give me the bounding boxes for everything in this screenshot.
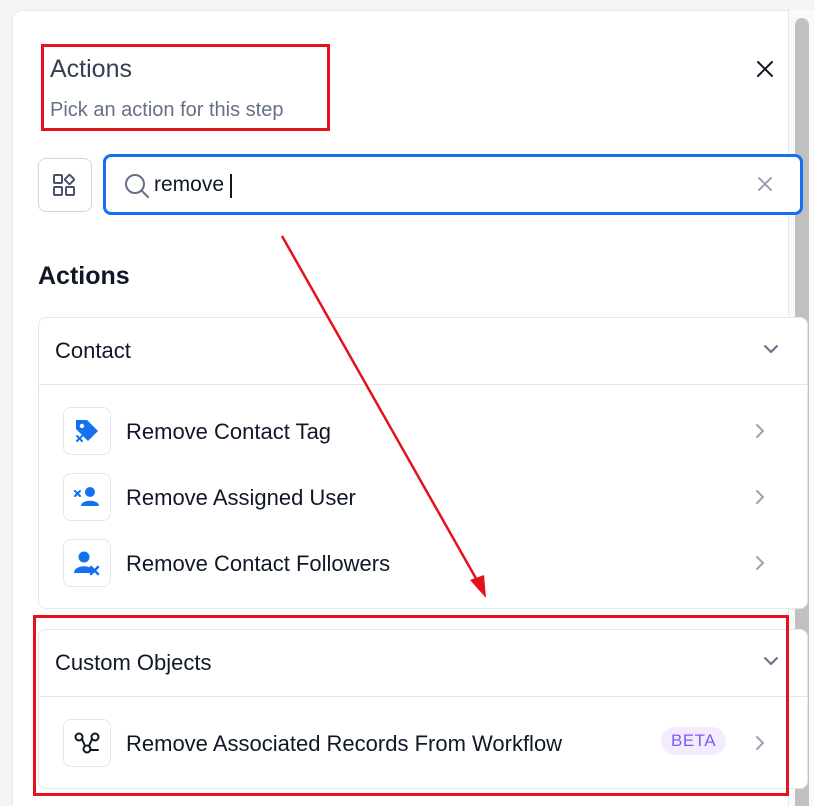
chevron-right-icon (756, 424, 764, 438)
clear-search-icon[interactable] (756, 175, 774, 193)
close-icon (757, 61, 773, 77)
search-icon (125, 174, 149, 198)
action-item-label: Remove Contact Followers (126, 551, 391, 576)
chevron-down-icon (764, 345, 778, 353)
panel-subtitle: Pick an action for this step (50, 99, 284, 121)
association-icon (63, 719, 111, 767)
close-button[interactable] (752, 56, 778, 82)
action-item-remove-contact-tag[interactable]: Remove Contact Tag (63, 407, 773, 457)
grid-shapes-icon (53, 173, 76, 196)
search-box[interactable] (103, 154, 803, 215)
group-header-custom-objects[interactable]: Custom Objects (39, 630, 807, 697)
panel-title: Actions (50, 55, 132, 83)
group-title: Contact (55, 338, 131, 363)
action-item-remove-associated-records[interactable]: Remove Associated Records From Workflow … (63, 719, 773, 769)
action-item-label: Remove Associated Records From Workflow (126, 731, 563, 756)
text-caret (230, 174, 232, 198)
chevron-right-icon (756, 490, 764, 504)
action-item-remove-assigned-user[interactable]: Remove Assigned User (63, 473, 773, 523)
chevron-right-icon (756, 736, 764, 750)
action-item-remove-contact-followers[interactable]: Remove Contact Followers (63, 539, 773, 589)
action-item-label: Remove Assigned User (126, 485, 356, 510)
search-input[interactable] (154, 169, 714, 201)
group-title: Custom Objects (55, 650, 212, 675)
group-header-contact[interactable]: Contact (39, 318, 807, 385)
beta-badge: BETA (661, 727, 727, 755)
tag-remove-icon (63, 407, 111, 455)
chevron-right-icon (756, 556, 764, 570)
group-contact: Contact Remove Contact Tag Remove Assign… (38, 317, 808, 609)
section-heading: Actions (38, 262, 130, 290)
category-grid-button[interactable] (38, 158, 92, 212)
user-remove-icon (63, 473, 111, 521)
action-item-label: Remove Contact Tag (126, 419, 332, 444)
users-remove-icon (63, 539, 111, 587)
chevron-down-icon (764, 657, 778, 665)
group-custom-objects: Custom Objects Remove Associated Records… (38, 629, 808, 789)
